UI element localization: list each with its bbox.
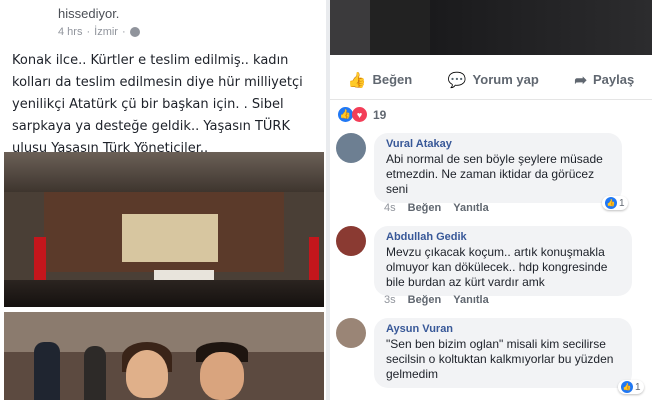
post-photo-top[interactable]: [330, 0, 652, 55]
share-arrow-icon: ➦: [574, 71, 587, 89]
action-bar: 👍 Beğen 💬 Yorum yap ➦ Paylaş: [330, 60, 652, 100]
thumbs-up-icon: 👍: [347, 71, 367, 89]
comment-author[interactable]: Aysun Vuran: [386, 323, 620, 335]
comment-text: Abi normal de sen böyle şeylere müsade e…: [386, 152, 603, 196]
post-time[interactable]: 4 hrs: [58, 26, 82, 38]
comment-author[interactable]: Vural Atakay: [386, 138, 610, 150]
post-photo-hall[interactable]: [4, 152, 324, 307]
comment-text: "Sen ben bizim oglan" misali kim secilir…: [386, 337, 614, 381]
share-button[interactable]: ➦ Paylaş: [574, 71, 634, 89]
comment-author[interactable]: Abdullah Gedik: [386, 231, 620, 243]
post-photo-selfie[interactable]: [4, 312, 324, 400]
comment-reply-link[interactable]: Yanıtla: [453, 202, 488, 214]
avatar[interactable]: [336, 318, 366, 348]
love-reaction-icon: ♥: [352, 107, 367, 122]
avatar[interactable]: [336, 226, 366, 256]
like-reaction-icon: 👍: [338, 107, 353, 122]
comment-time[interactable]: 4s: [384, 202, 396, 214]
comment-like-link[interactable]: Beğen: [408, 202, 442, 214]
comment-button[interactable]: 💬 Yorum yap: [448, 71, 539, 89]
avatar[interactable]: [336, 133, 366, 163]
post-panel: hissediyor. 4 hrs · İzmir · Konak ilce..…: [0, 0, 326, 400]
comments-panel: 👍 Beğen 💬 Yorum yap ➦ Paylaş 👍 ♥ 19 Vura…: [330, 0, 652, 400]
reaction-summary[interactable]: 👍 ♥ 19: [338, 107, 386, 122]
comment-bubble: Aysun Vuran "Sen ben bizim oglan" misali…: [374, 318, 632, 388]
reaction-count: 19: [373, 107, 387, 122]
comment-text: Mevzu çıkacak koçum.. artık konuşmakla o…: [386, 245, 608, 289]
comment-reply-link[interactable]: Yanıtla: [453, 294, 488, 306]
comment-like-count[interactable]: 👍 1: [618, 380, 644, 394]
comment-meta: 3s Beğen Yanıtla: [384, 294, 489, 306]
comment-meta: 4s Beğen Yanıtla: [384, 202, 489, 214]
comment-bubble: Abdullah Gedik Mevzu çıkacak koçum.. art…: [374, 226, 632, 296]
like-reaction-icon: 👍: [605, 197, 617, 209]
post-meta: 4 hrs · İzmir ·: [58, 26, 140, 38]
post-location[interactable]: İzmir: [94, 26, 118, 38]
like-reaction-icon: 👍: [621, 381, 633, 393]
post-text: Konak ilce.. Kürtler e teslim edilmiş.. …: [12, 53, 303, 156]
post-header-text: hissediyor.: [58, 6, 120, 21]
comment-bubble: Vural Atakay Abi normal de sen böyle şey…: [374, 133, 622, 203]
globe-icon: [129, 27, 140, 37]
comment-time[interactable]: 3s: [384, 294, 396, 306]
comment-like-count[interactable]: 👍 1: [602, 196, 628, 210]
like-button[interactable]: 👍 Beğen: [348, 71, 412, 89]
comment-like-link[interactable]: Beğen: [408, 294, 442, 306]
speech-bubble-icon: 💬: [447, 71, 467, 89]
